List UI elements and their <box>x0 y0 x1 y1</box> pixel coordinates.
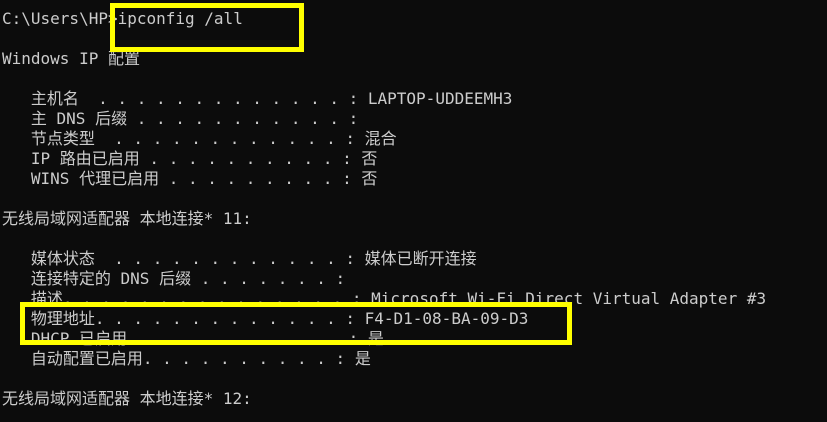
node-type-line: 节点类型 . . . . . . . . . . . . : 混合 <box>2 129 397 148</box>
dhcp-enabled-line: DHCP 已启用 . . . . . . . . . . . : 是 <box>2 329 384 348</box>
wins-proxy-line: WINS 代理已启用 . . . . . . . . . : 否 <box>2 169 378 188</box>
command-prompt-line: C:\Users\HP>ipconfig /all <box>2 9 243 28</box>
cmd-console-window[interactable]: C:\Users\HP>ipconfig /all Windows IP 配置 … <box>0 0 827 422</box>
adapter-11-header: 无线局域网适配器 本地连接* 11: <box>2 209 252 228</box>
media-state-line: 媒体状态 . . . . . . . . . . . . : 媒体已断开连接 <box>2 249 477 268</box>
windows-ip-config-heading: Windows IP 配置 <box>2 49 140 68</box>
hostname-line: 主机名 . . . . . . . . . . . . . : LAPTOP-U… <box>2 89 513 108</box>
connection-dns-suffix-line: 连接特定的 DNS 后缀 . . . . . . . : <box>2 269 346 288</box>
autoconfig-enabled-line: 自动配置已启用. . . . . . . . . . : 是 <box>2 349 371 368</box>
description-line: 描述. . . . . . . . . . . . . . . : Micros… <box>2 289 767 308</box>
physical-address-line: 物理地址. . . . . . . . . . . . . : F4-D1-08… <box>2 309 529 328</box>
ip-routing-line: IP 路由已启用 . . . . . . . . . . : 否 <box>2 149 378 168</box>
adapter-12-header: 无线局域网适配器 本地连接* 12: <box>2 389 252 408</box>
primary-dns-suffix-line: 主 DNS 后缀 . . . . . . . . . . . : <box>2 109 359 128</box>
